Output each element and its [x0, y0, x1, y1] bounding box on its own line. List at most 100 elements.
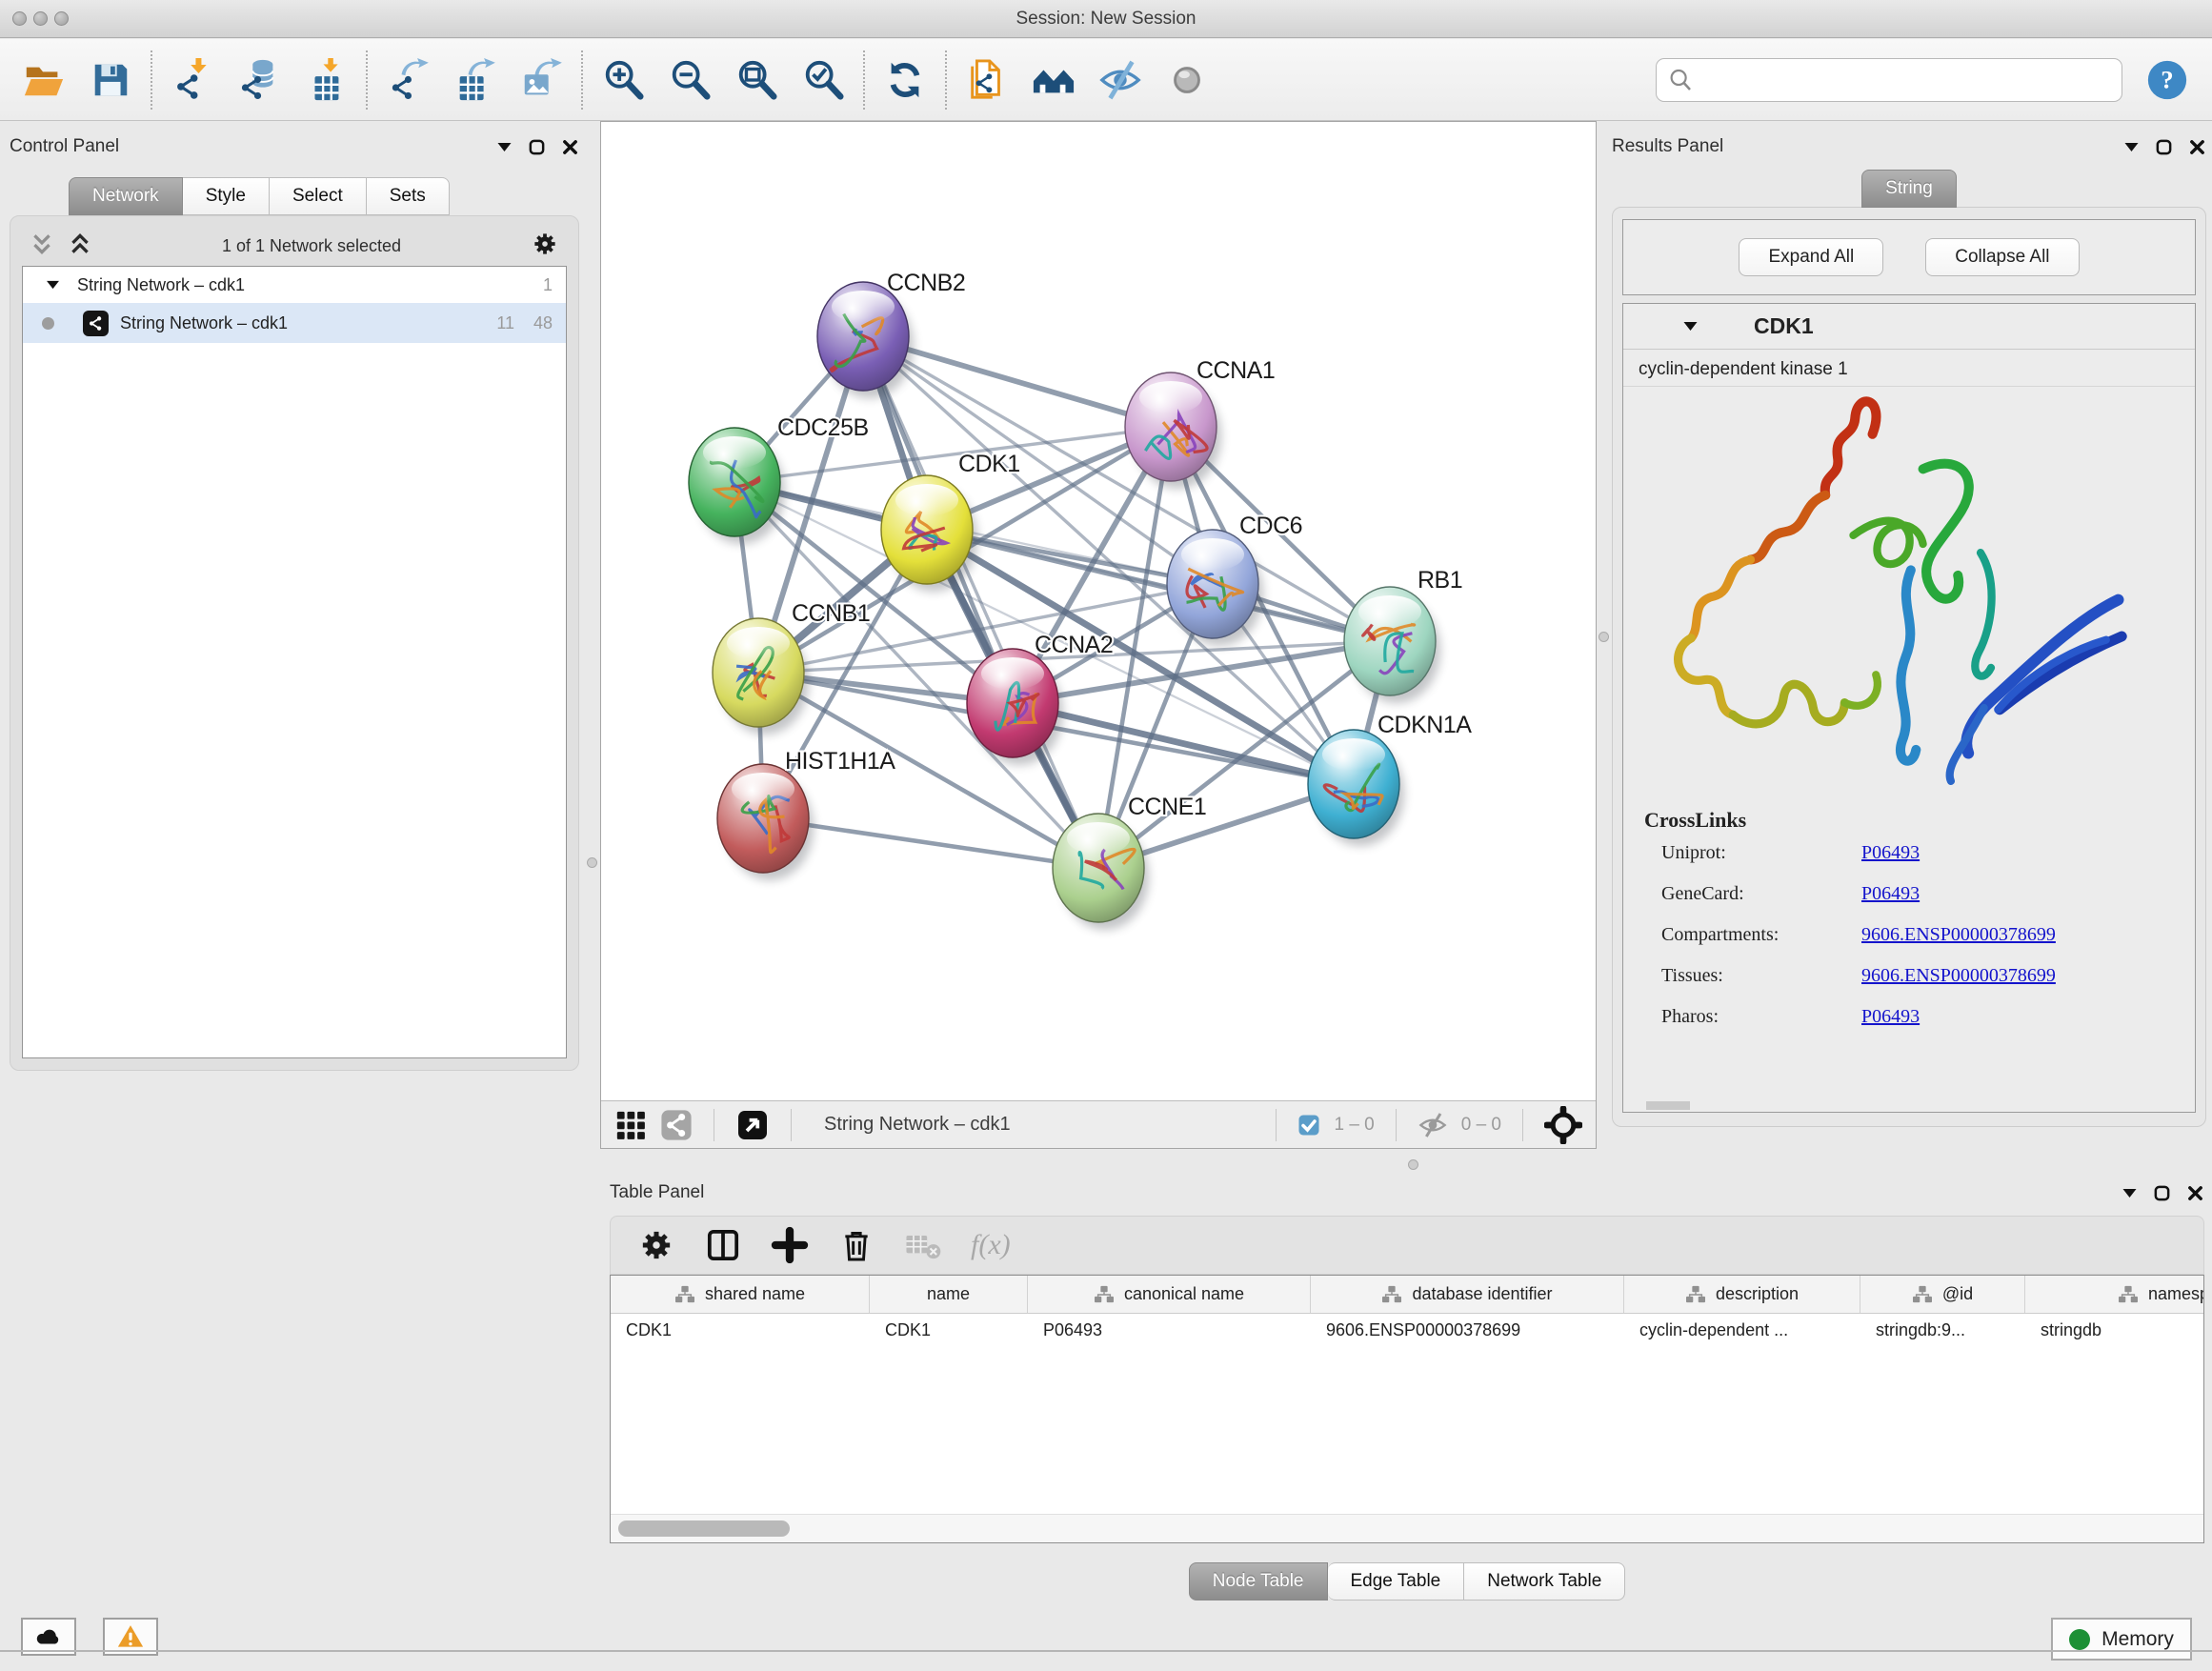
table-hscrollbar[interactable]: [611, 1514, 2203, 1542]
tab-network[interactable]: Network: [69, 177, 183, 215]
crosslink-link[interactable]: P06493: [1861, 842, 1920, 864]
network-edge-CCNA2-CDKN1A[interactable]: [1013, 703, 1354, 784]
network-node-HIST1H1A[interactable]: HIST1H1A: [717, 748, 895, 880]
zoom-fit-button[interactable]: [730, 53, 783, 107]
help-button[interactable]: ?: [2145, 58, 2189, 102]
panel-float-icon[interactable]: [528, 138, 546, 156]
zoom-out-button[interactable]: [663, 53, 716, 107]
export-network-button[interactable]: [381, 53, 434, 107]
collapse-all-button[interactable]: Collapse All: [1925, 238, 2079, 276]
crosslink-link[interactable]: 9606.ENSP00000378699: [1861, 924, 2056, 946]
tab-network-table[interactable]: Network Table: [1464, 1562, 1625, 1601]
refresh-button[interactable]: [878, 53, 932, 107]
selected-checkbox-icon[interactable]: [1297, 1114, 1320, 1137]
network-node-CDKN1A[interactable]: CDKN1A: [1308, 712, 1472, 846]
crosslink-link[interactable]: 9606.ENSP00000378699: [1861, 965, 2056, 987]
gear-icon[interactable]: [531, 230, 559, 263]
column-header-databaseidentifier[interactable]: database identifier: [1311, 1276, 1624, 1313]
help-icon: ?: [2145, 58, 2189, 102]
column-header-sharedname[interactable]: shared name: [611, 1276, 870, 1313]
export-table-button[interactable]: [448, 53, 501, 107]
zoom-fit-icon: [734, 58, 778, 102]
delete-button[interactable]: [837, 1226, 875, 1264]
network-node-CDC25B[interactable]: CDC25B: [689, 414, 869, 544]
table-hscroll-thumb[interactable]: [618, 1520, 790, 1537]
panel-menu-icon[interactable]: [2123, 141, 2140, 153]
tab-edge-table[interactable]: Edge Table: [1328, 1562, 1465, 1601]
node-label-CDK1: CDK1: [958, 451, 1020, 477]
network-canvas[interactable]: CCNB2CCNA1CDC25BCDK1CDC6RB1CCNB1CCNA2CDK…: [601, 122, 1596, 1100]
crosslink-link[interactable]: P06493: [1861, 883, 1920, 905]
crosslink-link[interactable]: P06493: [1861, 1006, 1920, 1028]
tab-node-table[interactable]: Node Table: [1189, 1562, 1328, 1601]
graphics-details-button[interactable]: [1160, 53, 1214, 107]
expand-all-icon[interactable]: [68, 232, 92, 261]
save-session-icon: [89, 58, 132, 102]
memory-button[interactable]: Memory: [2051, 1618, 2192, 1661]
search-input[interactable]: [1695, 70, 2112, 90]
panel-menu-icon[interactable]: [496, 141, 513, 153]
open-session-button[interactable]: [17, 53, 70, 107]
expand-all-button[interactable]: Expand All: [1739, 238, 1883, 276]
import-network-database-button[interactable]: [232, 53, 286, 107]
column-header-namespace[interactable]: namespace: [2025, 1276, 2204, 1313]
results-scroll-thumb[interactable]: [1646, 1101, 1690, 1110]
add-column-button[interactable]: [771, 1226, 809, 1264]
panel-float-icon[interactable]: [2153, 1184, 2171, 1202]
crosslink-label: Compartments:: [1661, 924, 1861, 946]
open-in-window-icon[interactable]: [735, 1108, 770, 1142]
clone-network-button[interactable]: [960, 53, 1014, 107]
collapse-section-icon[interactable]: [1682, 320, 1699, 332]
left-divider-handle[interactable]: [587, 857, 597, 868]
import-network-button[interactable]: [166, 53, 219, 107]
zoom-selected-button[interactable]: [796, 53, 850, 107]
function-builder-button[interactable]: f(x): [971, 1229, 1011, 1261]
save-session-button[interactable]: [84, 53, 137, 107]
columns-icon: [704, 1226, 742, 1264]
table-row[interactable]: CDK1CDK1P064939606.ENSP00000378699cyclin…: [611, 1314, 2203, 1348]
import-table-button[interactable]: [299, 53, 352, 107]
panel-menu-icon[interactable]: [2122, 1187, 2138, 1199]
refresh-icon: [883, 58, 927, 102]
network-node-RB1[interactable]: RB1: [1344, 567, 1462, 703]
export-table-icon: [452, 58, 496, 102]
column-header-canonicalname[interactable]: canonical name: [1028, 1276, 1311, 1313]
tab-sets[interactable]: Sets: [367, 177, 450, 215]
columns-button[interactable]: [704, 1226, 742, 1264]
tab-select[interactable]: Select: [270, 177, 367, 215]
panel-float-icon[interactable]: [2155, 138, 2173, 156]
network-thumbnail-icon[interactable]: [660, 1109, 693, 1141]
column-header-description[interactable]: description: [1624, 1276, 1860, 1313]
bottom-divider-handle[interactable]: [1408, 1159, 1418, 1170]
network-node-CCNB2[interactable]: CCNB2: [817, 270, 965, 398]
panel-close-icon[interactable]: [2188, 138, 2206, 156]
collapse-all-icon[interactable]: [30, 232, 54, 261]
table-cell: stringdb: [2025, 1314, 2204, 1348]
tab-style[interactable]: Style: [183, 177, 270, 215]
tree-expander-icon[interactable]: [46, 279, 60, 291]
column-header-name[interactable]: name: [870, 1276, 1028, 1313]
memory-status-dot: [2069, 1629, 2090, 1650]
export-image-button[interactable]: [514, 53, 568, 107]
tree-row-network[interactable]: String Network – cdk1 11 48: [23, 303, 566, 343]
delete-table-button[interactable]: [904, 1226, 942, 1264]
network-edge-count: 48: [514, 313, 553, 333]
panel-close-icon[interactable]: [561, 138, 579, 156]
gear-button[interactable]: [637, 1226, 675, 1264]
column-header-id[interactable]: @id: [1860, 1276, 2025, 1313]
cybrowser-home-button[interactable]: [1027, 53, 1080, 107]
search-box[interactable]: [1656, 58, 2122, 102]
zoom-in-button[interactable]: [596, 53, 650, 107]
right-divider-handle[interactable]: [1599, 632, 1609, 642]
crosshair-icon[interactable]: [1544, 1106, 1582, 1144]
grid-view-icon[interactable]: [614, 1109, 647, 1141]
hidden-eye-icon[interactable]: [1418, 1110, 1448, 1140]
tab-string[interactable]: String: [1861, 170, 1957, 208]
tree-row-collection[interactable]: String Network – cdk1 1: [23, 267, 566, 303]
hide-panels-button[interactable]: [1094, 53, 1147, 107]
panel-close-icon[interactable]: [2186, 1184, 2204, 1202]
crosslink-row: GeneCard: P06493: [1661, 883, 2195, 905]
network-node-CCNA1[interactable]: CCNA1: [1125, 357, 1275, 489]
column-type-icon: [1912, 1285, 1933, 1304]
column-type-icon: [1094, 1285, 1115, 1304]
